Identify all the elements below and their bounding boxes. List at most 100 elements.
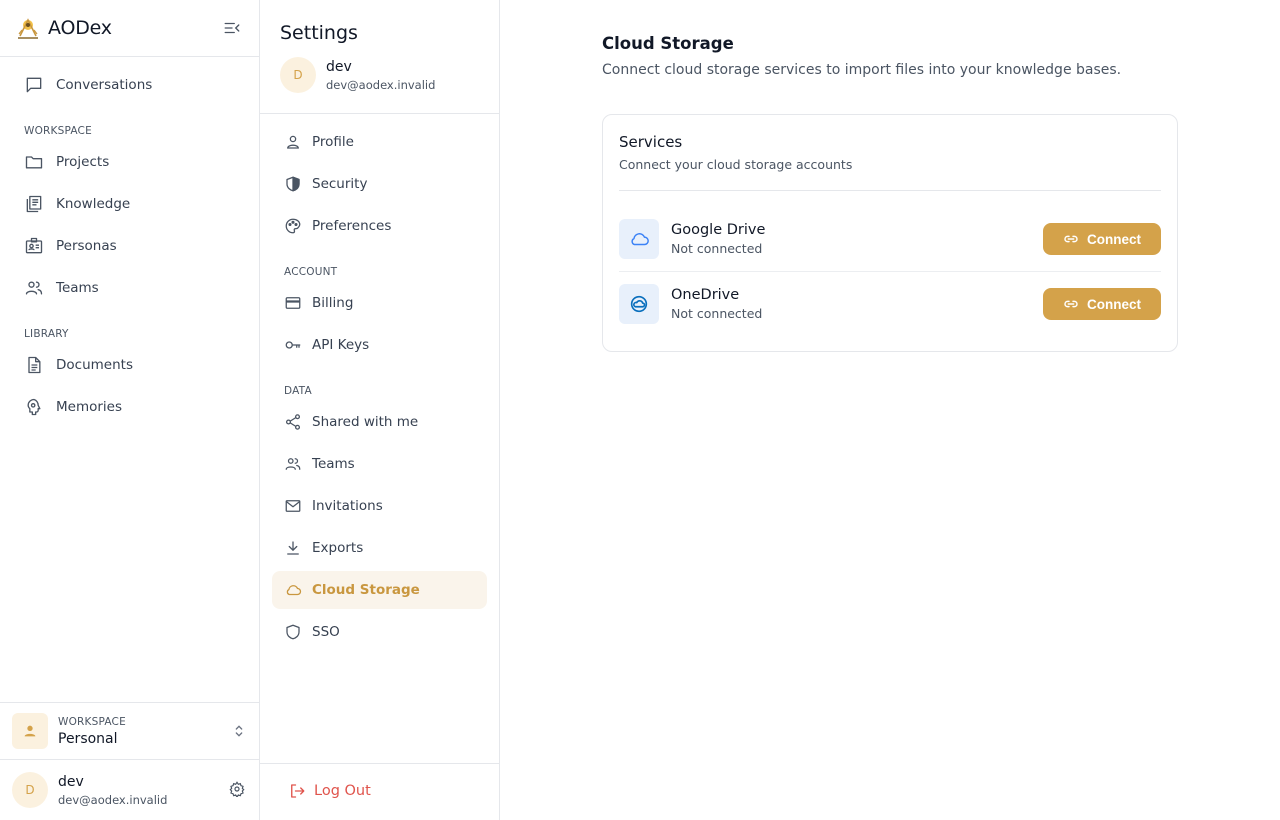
settings-item-label: API Keys	[312, 337, 370, 353]
user-email: dev@aodex.invalid	[58, 792, 168, 807]
collapse-sidebar-button[interactable]	[221, 17, 243, 39]
chevron-up-down-icon	[235, 725, 243, 737]
onedrive-icon	[630, 295, 648, 313]
user-email: dev@aodex.invalid	[326, 77, 436, 92]
page-title: Cloud Storage	[602, 34, 734, 53]
sidebar-item-teams[interactable]: Teams	[12, 270, 248, 306]
key-icon	[285, 341, 301, 349]
services-card: Services Connect your cloud storage acco…	[602, 114, 1178, 352]
folder-icon	[25, 156, 43, 169]
gear-icon	[229, 781, 245, 797]
service-text: Google Drive Not connected	[671, 222, 765, 256]
app-sidebar: AODex Conversations WORKSPACE Projects K…	[0, 0, 260, 820]
settings-item-cloud-storage[interactable]: Cloud Storage	[272, 571, 487, 609]
settings-item-label: Exports	[312, 540, 364, 556]
settings-item-api-keys[interactable]: API Keys	[272, 326, 487, 364]
settings-item-shared-with-me[interactable]: Shared with me	[272, 403, 487, 441]
person-icon	[24, 725, 36, 737]
workspace-switcher[interactable]: WORKSPACE Personal	[0, 702, 259, 759]
settings-title: Settings	[280, 22, 358, 44]
sidebar-item-label: Knowledge	[56, 196, 131, 212]
workspace-caption: WORKSPACE	[58, 715, 126, 728]
user-settings-button[interactable]	[229, 781, 247, 799]
workspace-text: WORKSPACE Personal	[58, 716, 126, 747]
workspace-name: Personal	[58, 730, 118, 747]
settings-item-teams[interactable]: Teams	[272, 445, 487, 483]
sidebar-item-label: Documents	[56, 357, 133, 373]
sidebar-section-library: LIBRARY	[24, 328, 69, 340]
download-icon	[287, 541, 299, 555]
collapse-sidebar-icon	[224, 22, 240, 34]
brand-header: AODex	[0, 0, 259, 57]
app-name: AODex	[48, 17, 112, 39]
sidebar-item-knowledge[interactable]: Knowledge	[12, 186, 248, 222]
settings-item-label: Cloud Storage	[312, 582, 420, 598]
service-status: Not connected	[671, 306, 763, 321]
settings-item-invitations[interactable]: Invitations	[272, 487, 487, 525]
page-subtitle: Connect cloud storage services to import…	[602, 62, 1122, 78]
sidebar-item-conversations[interactable]: Conversations	[12, 67, 248, 103]
divider	[619, 271, 1161, 272]
connect-onedrive-button[interactable]: Connect	[1043, 288, 1161, 320]
service-name: OneDrive	[671, 287, 740, 303]
service-name: Google Drive	[671, 222, 766, 238]
credit-card-icon	[285, 297, 301, 309]
cloud-icon	[631, 233, 649, 246]
google-drive-icon-tile	[619, 219, 659, 259]
sidebar-user: D dev dev@aodex.invalid	[0, 759, 259, 820]
users-icon	[25, 281, 43, 295]
person-icon	[287, 135, 299, 149]
settings-item-label: SSO	[312, 624, 340, 640]
logout-area: Log Out	[260, 763, 499, 820]
settings-nav: Settings D dev dev@aodex.invalid Profile…	[260, 0, 500, 820]
settings-item-label: Billing	[312, 295, 354, 311]
settings-item-label: Invitations	[312, 498, 383, 514]
settings-section-account: ACCOUNT	[284, 266, 338, 278]
sidebar-item-projects[interactable]: Projects	[12, 144, 248, 180]
link-icon	[1064, 235, 1078, 243]
settings-item-preferences[interactable]: Preferences	[272, 207, 487, 245]
sidebar-item-label: Projects	[56, 154, 110, 170]
card-title: Services	[619, 133, 683, 151]
brain-icon	[27, 398, 41, 416]
divider	[260, 113, 499, 114]
users-icon	[285, 458, 301, 470]
settings-item-label: Preferences	[312, 218, 392, 234]
settings-user-text: dev dev@aodex.invalid	[326, 59, 435, 92]
main-content: Cloud Storage Connect cloud storage serv…	[500, 0, 1280, 820]
settings-item-label: Security	[312, 176, 368, 192]
connect-label: Connect	[1087, 231, 1141, 247]
user-name: dev	[58, 773, 84, 790]
sidebar-item-label: Memories	[56, 399, 123, 415]
settings-item-label: Teams	[312, 456, 355, 472]
logout-button[interactable]: Log Out	[288, 782, 371, 800]
sidebar-section-workspace: WORKSPACE	[24, 125, 92, 137]
sidebar-item-documents[interactable]: Documents	[12, 347, 248, 383]
settings-item-profile[interactable]: Profile	[272, 123, 487, 161]
service-row-onedrive: OneDrive Not connected Connect	[619, 276, 1161, 332]
service-row-google-drive: Google Drive Not connected Connect	[619, 211, 1161, 267]
user-name: dev	[326, 58, 352, 75]
book-stack-icon	[26, 195, 42, 213]
document-icon	[28, 356, 41, 374]
logout-icon	[291, 784, 305, 798]
workspace-avatar	[12, 713, 48, 749]
sidebar-item-label: Teams	[56, 280, 99, 296]
palette-icon	[285, 218, 301, 234]
service-text: OneDrive Not connected	[671, 287, 762, 321]
card-subtitle: Connect your cloud storage accounts	[619, 157, 853, 172]
settings-item-exports[interactable]: Exports	[272, 529, 487, 567]
cloud-icon	[286, 585, 302, 596]
sidebar-item-label: Personas	[56, 238, 117, 254]
settings-user: D dev dev@aodex.invalid	[280, 57, 435, 93]
settings-item-security[interactable]: Security	[272, 165, 487, 203]
shield-half-icon	[286, 176, 300, 192]
service-status: Not connected	[671, 241, 763, 256]
settings-item-sso[interactable]: SSO	[272, 613, 487, 651]
settings-item-label: Profile	[312, 134, 354, 150]
sidebar-item-memories[interactable]: Memories	[12, 389, 248, 425]
settings-item-billing[interactable]: Billing	[272, 284, 487, 322]
shield-icon	[286, 624, 300, 640]
connect-google-drive-button[interactable]: Connect	[1043, 223, 1161, 255]
sidebar-item-personas[interactable]: Personas	[12, 228, 248, 264]
